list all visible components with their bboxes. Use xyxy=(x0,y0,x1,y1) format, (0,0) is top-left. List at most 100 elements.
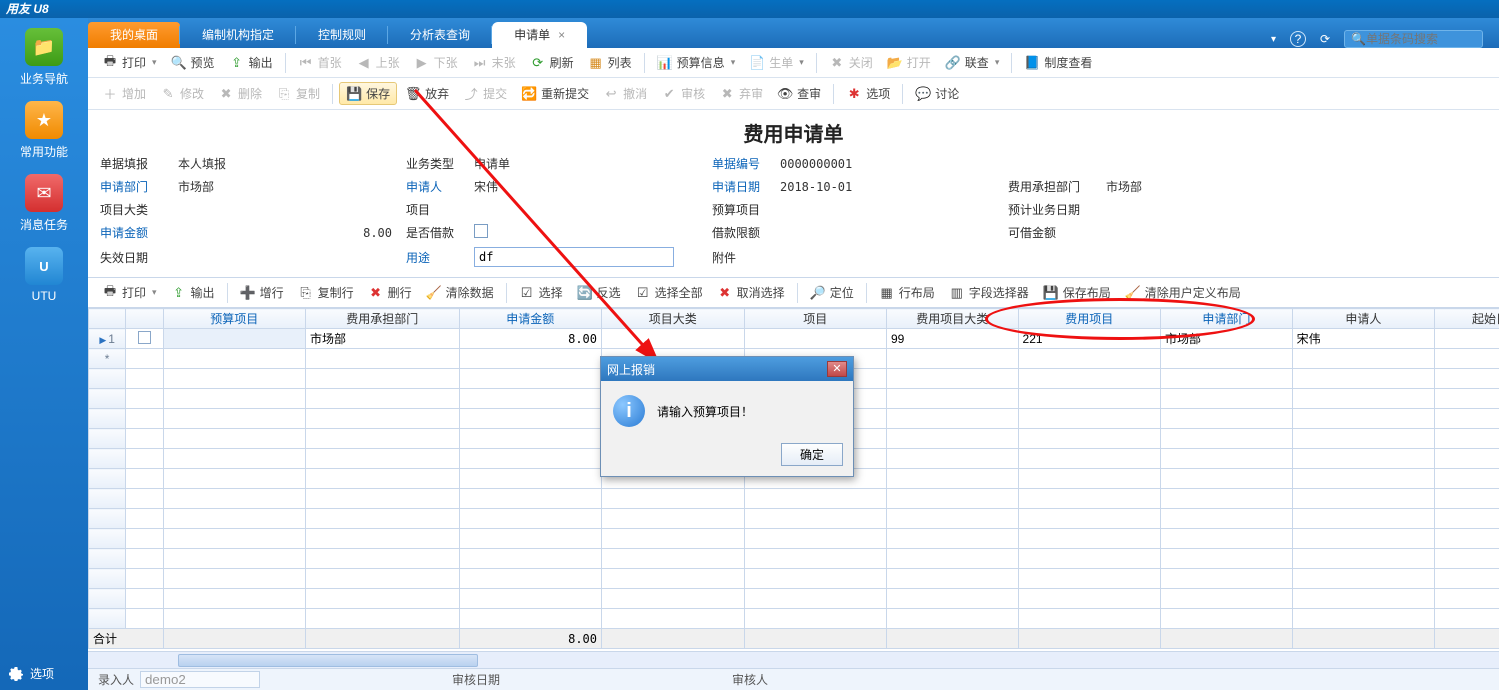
col-feecat[interactable]: 费用项目大类 xyxy=(887,309,1019,329)
col-start[interactable]: 起始日期 xyxy=(1435,309,1499,329)
horizontal-scrollbar[interactable] xyxy=(88,651,1499,668)
col-amount[interactable]: 申请金额 xyxy=(459,309,602,329)
delete-button[interactable]: ✖删除 xyxy=(212,83,268,104)
sidebar-options[interactable]: 选项 xyxy=(0,657,88,690)
policy-button[interactable]: 📘制度查看 xyxy=(1018,52,1098,73)
open-button[interactable]: 📂打开 xyxy=(881,52,937,73)
cell-start[interactable] xyxy=(1435,329,1499,349)
output-button[interactable]: ⇪输出 xyxy=(223,52,279,73)
sidebar-item-biznav[interactable]: 📁业务导航 xyxy=(16,28,72,87)
col-appdept[interactable]: 申请部门 xyxy=(1161,309,1293,329)
fieldsel-icon: ▥ xyxy=(949,285,965,301)
col-applicant[interactable]: 申请人 xyxy=(1292,309,1435,329)
table-row[interactable]: ▶1 市场部 8.00 99 221 市场部 宋伟 xyxy=(89,329,1499,349)
prev-button[interactable]: ◀上张 xyxy=(350,52,406,73)
preview-button[interactable]: 🔍预览 xyxy=(165,52,221,73)
last-button[interactable]: ⏭末张 xyxy=(466,52,522,73)
fieldsel-button[interactable]: ▥字段选择器 xyxy=(943,282,1035,303)
label-applicant[interactable]: 申请人 xyxy=(406,178,466,195)
label-billno[interactable]: 单据编号 xyxy=(712,155,772,172)
selall-button[interactable]: ☑选择全部 xyxy=(629,282,709,303)
cleardata-button[interactable]: 🧹清除数据 xyxy=(420,282,500,303)
review-button[interactable]: 👁查审 xyxy=(771,83,827,104)
col-check[interactable] xyxy=(126,309,163,329)
cell-proj[interactable] xyxy=(744,329,887,349)
related-button[interactable]: 🔗联查▾ xyxy=(939,52,1006,73)
dialog-close-icon[interactable]: ✕ xyxy=(827,361,847,377)
label-amount[interactable]: 申请金额 xyxy=(100,224,170,241)
label-date[interactable]: 申请日期 xyxy=(712,178,772,195)
cell-projcat[interactable] xyxy=(602,329,745,349)
copy-button[interactable]: ⎘复制 xyxy=(270,83,326,104)
budget-button[interactable]: 📊预算信息▾ xyxy=(651,52,742,73)
next-button[interactable]: ▶下张 xyxy=(408,52,464,73)
refresh-button[interactable]: ⟳刷新 xyxy=(524,52,580,73)
resubmit-button[interactable]: 🔁重新提交 xyxy=(515,83,595,104)
tab-ctrlrule[interactable]: 控制规则 xyxy=(296,22,388,48)
select-button[interactable]: ☑选择 xyxy=(513,282,569,303)
scrollbar-thumb[interactable] xyxy=(178,654,478,667)
col-proj[interactable]: 项目 xyxy=(744,309,887,329)
cell-applicant[interactable]: 宋伟 xyxy=(1292,329,1435,349)
purpose-input[interactable] xyxy=(474,247,674,267)
col-feeitem[interactable]: 费用项目 xyxy=(1018,309,1161,329)
dialog-ok-button[interactable]: 确定 xyxy=(781,443,843,466)
tab-close-icon[interactable]: × xyxy=(558,28,565,42)
cell-feecat[interactable]: 99 xyxy=(887,329,1019,349)
tab-application[interactable]: 申请单× xyxy=(492,22,587,48)
cell-feeitem[interactable]: 221 xyxy=(1018,329,1161,349)
col-projcat[interactable]: 项目大类 xyxy=(602,309,745,329)
sidebar-item-fav[interactable]: ★常用功能 xyxy=(16,101,72,160)
cell-amount[interactable]: 8.00 xyxy=(459,329,602,349)
grid-print-button[interactable]: 🖶打印▾ xyxy=(96,282,163,303)
addrow-button[interactable]: ➕增行 xyxy=(234,282,290,303)
cell-dept[interactable]: 市场部 xyxy=(306,329,459,349)
search-box[interactable]: 🔍 xyxy=(1344,30,1483,48)
refresh-icon[interactable]: ⟳ xyxy=(1320,32,1330,46)
isloan-checkbox[interactable] xyxy=(474,224,488,238)
label-dept[interactable]: 申请部门 xyxy=(100,178,170,195)
tab-desktop[interactable]: 我的桌面 xyxy=(88,22,180,48)
invert-button[interactable]: 🔄反选 xyxy=(571,282,627,303)
first-button[interactable]: ⏮首张 xyxy=(292,52,348,73)
search-icon: 🔍 xyxy=(1351,32,1366,46)
label-purpose[interactable]: 用途 xyxy=(406,249,466,266)
tab-analysis[interactable]: 分析表查询 xyxy=(388,22,492,48)
save-button[interactable]: 💾保存 xyxy=(339,82,397,105)
cell-appdept[interactable]: 市场部 xyxy=(1161,329,1293,349)
unselall-button[interactable]: ✖取消选择 xyxy=(711,282,791,303)
entry-input[interactable] xyxy=(140,671,260,688)
discard-button[interactable]: ✖弃审 xyxy=(713,83,769,104)
submit-button[interactable]: ⤴提交 xyxy=(457,83,513,104)
dialog-titlebar[interactable]: 网上报销 ✕ xyxy=(601,357,853,381)
tab-orgassign[interactable]: 编制机构指定 xyxy=(180,22,296,48)
search-input[interactable] xyxy=(1366,32,1476,46)
newbill-button[interactable]: 📄生单▾ xyxy=(743,52,810,73)
locate-button[interactable]: 🔎定位 xyxy=(804,282,860,303)
savelayout-button[interactable]: 💾保存布局 xyxy=(1037,282,1117,303)
add-button[interactable]: ＋增加 xyxy=(96,83,152,104)
list-button[interactable]: ▦列表 xyxy=(582,52,638,73)
edit-button[interactable]: ✎修改 xyxy=(154,83,210,104)
rowlayout-button[interactable]: ▦行布局 xyxy=(873,282,941,303)
print-button[interactable]: 🖶打印▾ xyxy=(96,52,163,73)
col-rownum[interactable] xyxy=(89,309,126,329)
revoke-button[interactable]: ↩撤消 xyxy=(597,83,653,104)
abandon-button[interactable]: 🗑放弃 xyxy=(399,83,455,104)
audit-button[interactable]: ✔审核 xyxy=(655,83,711,104)
grid-output-button[interactable]: ⇪输出 xyxy=(165,282,221,303)
copyrow-button[interactable]: ⎘复制行 xyxy=(292,282,360,303)
discuss-button[interactable]: 💬讨论 xyxy=(909,83,965,104)
col-beardept[interactable]: 费用承担部门 xyxy=(306,309,459,329)
delrow-button[interactable]: ✖删行 xyxy=(362,282,418,303)
row-checkbox[interactable] xyxy=(138,331,151,344)
sidebar-item-utu[interactable]: UUTU xyxy=(16,247,72,303)
sidebar-item-msg[interactable]: ✉消息任务 xyxy=(16,174,72,233)
cell-budget[interactable] xyxy=(163,329,306,349)
help-icon[interactable]: ? xyxy=(1290,31,1306,47)
option-button[interactable]: ✱选项 xyxy=(840,83,896,104)
close-button[interactable]: ✖关闭 xyxy=(823,52,879,73)
col-budget[interactable]: 预算项目 xyxy=(163,309,306,329)
tabs-overflow-icon[interactable]: ▾ xyxy=(1271,34,1276,45)
clearlayout-button[interactable]: 🧹清除用户定义布局 xyxy=(1119,282,1247,303)
